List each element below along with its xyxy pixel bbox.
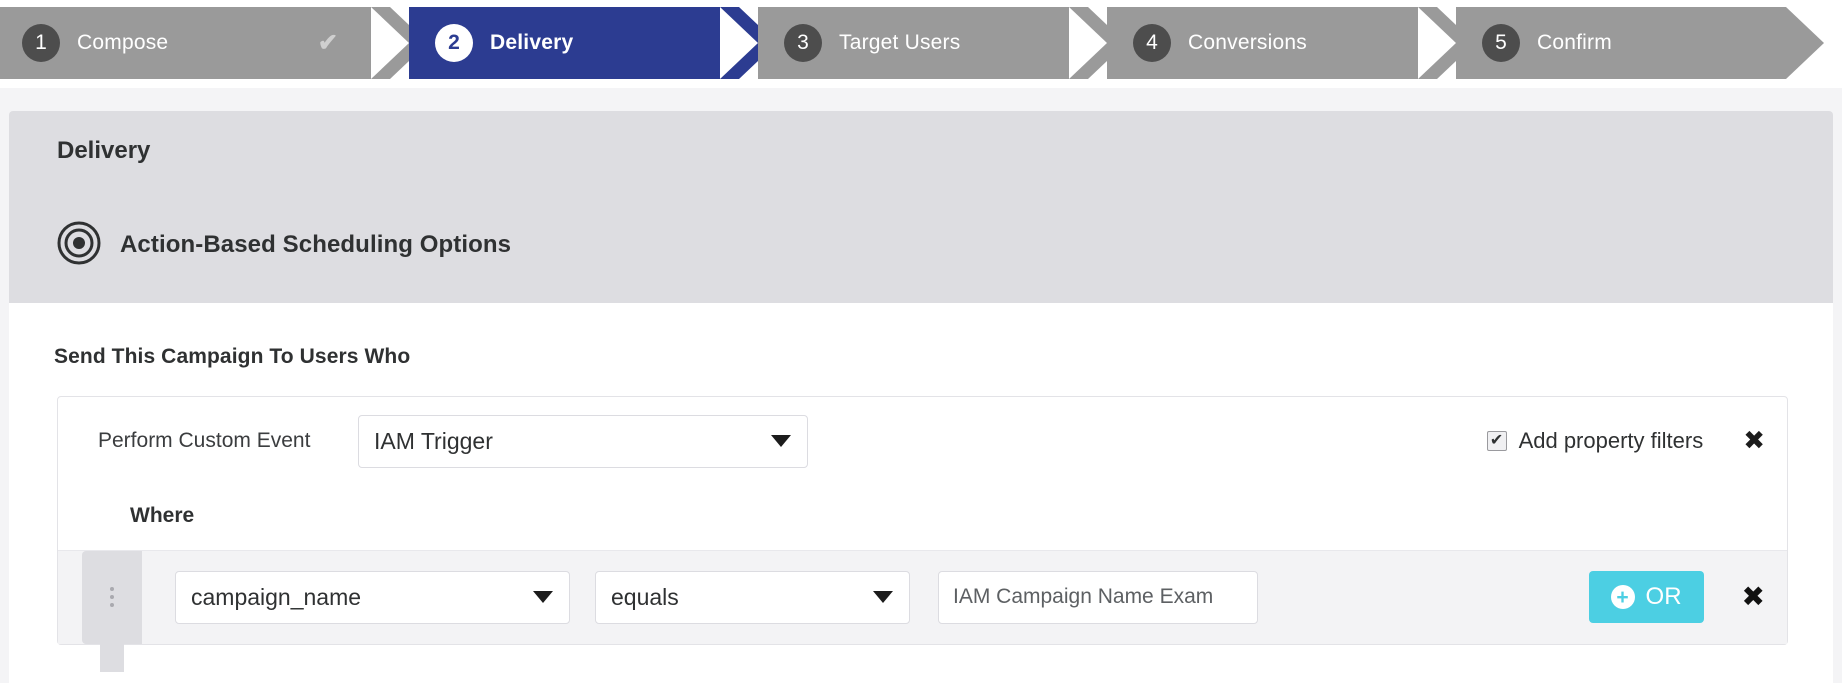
event-trigger-card: Perform Custom Event IAM Trigger ✔ Add p… bbox=[57, 395, 1788, 672]
chevron-down-icon bbox=[533, 591, 553, 604]
send-campaign-heading: Send This Campaign To Users Who bbox=[54, 344, 411, 368]
chevron-down-icon bbox=[771, 435, 791, 448]
filter-property-value: campaign_name bbox=[191, 583, 362, 610]
filter-value-input[interactable]: IAM Campaign Name Exam bbox=[938, 570, 1258, 624]
delivery-content: Send This Campaign To Users Who Perform … bbox=[9, 302, 1833, 683]
step-number-badge: 4 bbox=[1133, 24, 1171, 62]
add-property-filters-label: Add property filters bbox=[1518, 428, 1704, 454]
step-number-badge: 5 bbox=[1482, 24, 1520, 62]
section-title: Action-Based Scheduling Options bbox=[120, 231, 512, 259]
add-property-filters-checkbox[interactable]: ✔ bbox=[1486, 431, 1507, 452]
drag-dots bbox=[110, 587, 114, 608]
step-number-badge: 3 bbox=[784, 24, 822, 62]
where-label: Where bbox=[130, 503, 195, 527]
add-property-filters-toggle[interactable]: ✔ Add property filters bbox=[1486, 428, 1704, 454]
wizard-step-delivery[interactable]: 2 Delivery bbox=[371, 7, 777, 79]
wizard-stepper: 1 Compose ✔ 2 Delivery 3 Target Users 4 … bbox=[0, 0, 1842, 88]
filter-property-select[interactable]: campaign_name bbox=[175, 570, 570, 624]
step-label: Conversions bbox=[1188, 31, 1307, 54]
wizard-step-compose[interactable]: 1 Compose ✔ bbox=[0, 7, 428, 79]
handle-tail bbox=[100, 641, 124, 672]
perform-custom-event-label: Perform Custom Event bbox=[98, 429, 311, 453]
or-button-label: OR bbox=[1645, 583, 1682, 611]
step-label: Delivery bbox=[490, 31, 574, 54]
wizard-step-conversions[interactable]: 4 Conversions bbox=[1069, 7, 1475, 79]
page-spacer bbox=[0, 88, 1842, 111]
remove-event-button[interactable]: ✖ bbox=[1743, 428, 1765, 454]
delivery-panel: Delivery Action-Based Scheduling Options bbox=[9, 111, 1833, 303]
step-number-badge: 1 bbox=[22, 24, 60, 62]
step-number-badge: 2 bbox=[435, 24, 473, 62]
scheduling-options-header: Action-Based Scheduling Options bbox=[9, 166, 1833, 303]
custom-event-row: Perform Custom Event IAM Trigger ✔ Add p… bbox=[58, 397, 1787, 486]
property-filter-row: campaign_name equals IAM Campaign Name E… bbox=[58, 549, 1787, 672]
drag-handle-icon[interactable] bbox=[82, 550, 142, 672]
add-or-condition-button[interactable]: + OR bbox=[1588, 571, 1704, 624]
step-label: Target Users bbox=[839, 31, 961, 54]
chevron-down-icon bbox=[873, 591, 893, 604]
page-body: Delivery Action-Based Scheduling Options… bbox=[0, 88, 1842, 683]
wizard-step-confirm[interactable]: 5 Confirm bbox=[1418, 7, 1824, 79]
page-title: Delivery bbox=[57, 137, 151, 164]
check-icon: ✔ bbox=[317, 29, 338, 57]
filter-operator-value: equals bbox=[611, 583, 679, 610]
step-label: Compose bbox=[77, 31, 169, 54]
bullseye-icon bbox=[57, 221, 101, 270]
custom-event-select[interactable]: IAM Trigger bbox=[358, 414, 808, 468]
wizard-step-target-users[interactable]: 3 Target Users bbox=[720, 7, 1126, 79]
custom-event-select-value: IAM Trigger bbox=[374, 427, 493, 454]
step-label: Confirm bbox=[1537, 31, 1612, 54]
filter-operator-select[interactable]: equals bbox=[595, 570, 910, 624]
remove-filter-button[interactable]: ✖ bbox=[1742, 583, 1765, 611]
plus-circle-icon: + bbox=[1610, 585, 1635, 610]
